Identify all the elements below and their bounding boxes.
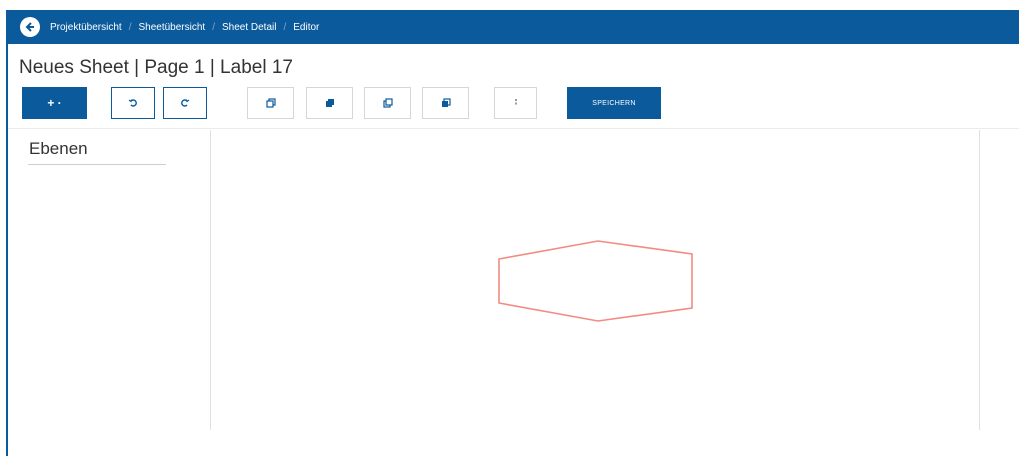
save-button-label: SPEICHERN (592, 99, 636, 107)
paste-button[interactable] (306, 87, 353, 119)
add-element-label: + · (47, 96, 62, 110)
breadcrumb-sheet-detail[interactable]: Sheet Detail (222, 22, 276, 33)
drawing-canvas[interactable] (211, 130, 979, 430)
breadcrumb-separator: / (128, 21, 132, 33)
paste-icon (325, 99, 334, 107)
layers-title-underline (28, 164, 166, 165)
copy-button[interactable] (247, 87, 294, 119)
save-button[interactable]: SPEICHERN (567, 87, 661, 119)
send-to-back-icon (441, 98, 451, 107)
breadcrumb-sheets[interactable]: Sheetübersicht (138, 22, 205, 33)
layers-panel-title: Ebenen (29, 139, 88, 158)
breadcrumb-editor: Editor (293, 21, 320, 33)
breadcrumb-separator: / (283, 21, 287, 33)
breadcrumb-separator: / (212, 21, 215, 33)
redo-button[interactable] (163, 87, 207, 119)
toolbar-divider (8, 128, 1019, 129)
breadcrumb-projects[interactable]: Projektübersicht (50, 22, 122, 33)
copy-icon (265, 98, 276, 108)
page-title: Neues Sheet | Page 1 | Label 17 (19, 57, 293, 78)
undo-icon (128, 99, 137, 107)
more-options-button[interactable] (494, 87, 537, 119)
back-button[interactable] (20, 17, 40, 37)
add-element-button[interactable]: + · (22, 87, 87, 119)
send-to-back-button[interactable] (422, 87, 469, 119)
breadcrumb: Projektübersicht / Sheetübersicht / Shee… (50, 22, 319, 33)
top-navbar: Projektübersicht / Sheetübersicht / Shee… (8, 10, 1019, 44)
bring-to-front-button[interactable] (364, 87, 411, 119)
more-vertical-icon (514, 99, 517, 105)
canvas-svg (498, 240, 693, 322)
bring-to-front-icon (382, 98, 393, 108)
undo-button[interactable] (111, 87, 155, 119)
redo-icon (181, 99, 190, 107)
arrow-left-icon (25, 22, 34, 32)
hexagon-shape[interactable] (498, 240, 693, 322)
canvas-right-border (979, 130, 980, 430)
